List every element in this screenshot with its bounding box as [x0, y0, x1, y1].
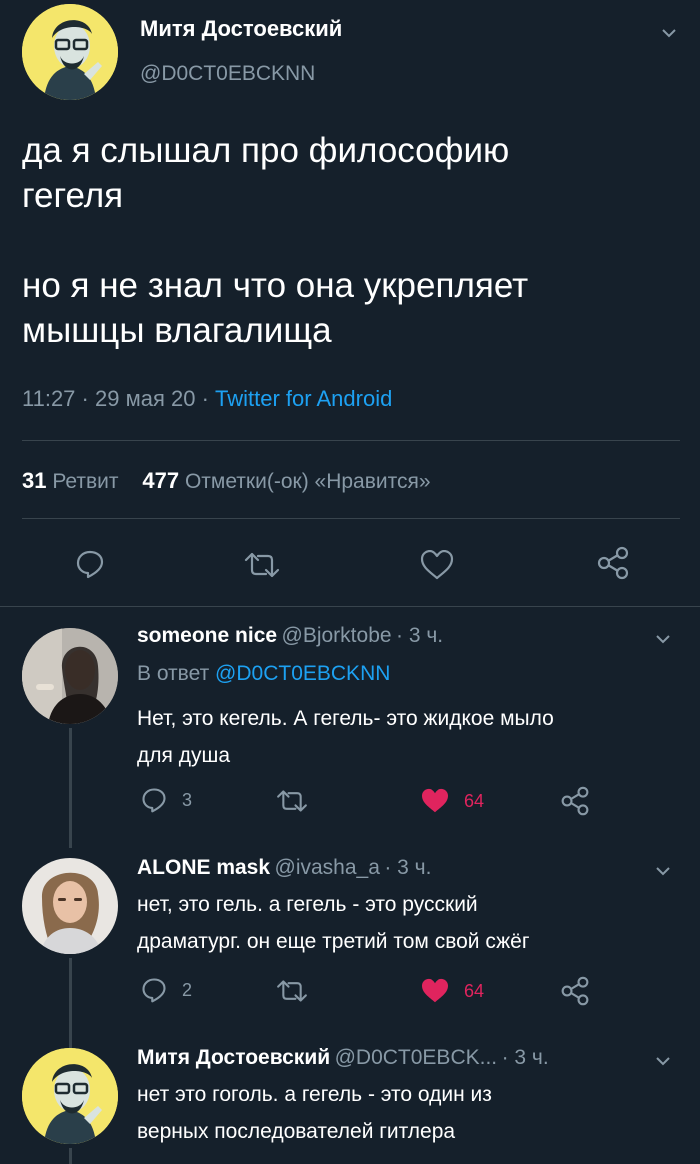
reply-action[interactable]: 3: [140, 786, 192, 814]
retweets-count: 31: [22, 468, 47, 493]
reply-text: нет, это гель. а гегель - это русский др…: [137, 893, 530, 953]
reply-author-handle[interactable]: @Bjorktobe: [282, 624, 392, 647]
author-avatar[interactable]: [22, 4, 118, 100]
likes-label: Отметки(-ок) «Нравится»: [184, 470, 431, 493]
reply-avatar[interactable]: [22, 628, 118, 724]
reply-author-handle[interactable]: @ivasha_a: [275, 856, 380, 879]
like-action[interactable]: 64: [420, 788, 484, 814]
thread-line: [69, 958, 72, 1050]
chevron-down-icon[interactable]: [662, 26, 676, 40]
reply-text: нет это гоголь. а гегель - это один из в…: [137, 1083, 492, 1143]
retweet-icon[interactable]: [276, 788, 308, 814]
thread-line: [69, 1148, 72, 1164]
like-count: 64: [464, 790, 485, 811]
retweets-stat[interactable]: 31 Ретвит: [22, 468, 119, 493]
share-icon[interactable]: [560, 786, 590, 816]
reply-icon[interactable]: [74, 548, 106, 580]
like-icon-active: [422, 978, 448, 1003]
reply-count: 2: [182, 979, 193, 1000]
avatar-illustration: [22, 4, 118, 100]
tweet-date: 29 мая 20: [95, 386, 196, 411]
avatar-photo: [22, 858, 118, 954]
divider: [22, 440, 680, 441]
meta-separator: ·: [201, 386, 209, 411]
reply-avatar[interactable]: [22, 858, 118, 954]
reply-author-name[interactable]: Митя Достоевский: [137, 1046, 330, 1069]
author-name[interactable]: Митя Достоевский: [140, 16, 342, 42]
reply-time: · 3 ч.: [396, 624, 444, 647]
in-reply-label: В ответ: [137, 662, 210, 685]
retweets-label: Ретвит: [52, 470, 119, 493]
like-count: 64: [464, 980, 485, 1001]
divider: [0, 606, 700, 607]
reply-avatar[interactable]: [22, 1048, 118, 1144]
like-icon-active: [422, 788, 448, 813]
meta-separator: ·: [81, 386, 89, 411]
reply-count: 3: [182, 789, 193, 810]
reply-header: Митя Достоевский @D0CT0EBCK... · 3 ч.: [137, 1046, 549, 1070]
reply-header: someone nice @Bjorktobe · 3 ч.: [137, 624, 443, 648]
divider: [22, 518, 680, 519]
chevron-down-icon[interactable]: [656, 864, 670, 878]
in-reply-handle[interactable]: @D0CT0EBCKNN: [215, 662, 390, 685]
author-handle[interactable]: @D0CT0EBCKNN: [140, 62, 315, 86]
reply-author-handle[interactable]: @D0CT0EBCK...: [335, 1046, 498, 1069]
thread-line: [69, 728, 72, 848]
avatar-photo: [22, 628, 118, 724]
reply-icon: [142, 788, 166, 813]
tweet-stats: 31 Ретвит 477 Отметки(-ок) «Нравится»: [22, 468, 431, 494]
tweet-meta: 11:27 · 29 мая 20 · Twitter for Android: [22, 386, 392, 412]
reply-header: ALONE mask @ivasha_a · 3 ч.: [137, 856, 431, 880]
retweet-icon[interactable]: [244, 550, 280, 580]
chevron-down-icon[interactable]: [656, 632, 670, 646]
likes-count: 477: [142, 468, 180, 493]
share-icon[interactable]: [596, 546, 630, 580]
retweet-icon[interactable]: [276, 978, 308, 1004]
share-icon[interactable]: [560, 976, 590, 1006]
reply-author-name[interactable]: someone nice: [137, 624, 277, 647]
reply-icon: [142, 978, 166, 1003]
avatar-illustration: [22, 1048, 118, 1144]
likes-stat[interactable]: 477 Отметки(-ок) «Нравится»: [142, 468, 431, 493]
tweet-time: 11:27: [22, 386, 76, 411]
reply-text: Нет, это кегель. А гегель- это жидкое мы…: [137, 707, 554, 767]
tweet-client-link[interactable]: Twitter for Android: [215, 386, 392, 411]
in-reply-to: В ответ @D0CT0EBCKNN: [137, 662, 390, 686]
like-icon[interactable]: [420, 550, 454, 580]
reply-action[interactable]: 2: [140, 976, 192, 1004]
reply-time: · 3 ч.: [384, 856, 432, 879]
chevron-down-icon[interactable]: [656, 1054, 670, 1068]
reply-author-name[interactable]: ALONE mask: [137, 856, 270, 879]
reply-time: · 3 ч.: [501, 1046, 549, 1069]
tweet-text: да я слышал про философию гегеля но я не…: [22, 131, 529, 350]
like-action[interactable]: 64: [420, 978, 484, 1004]
